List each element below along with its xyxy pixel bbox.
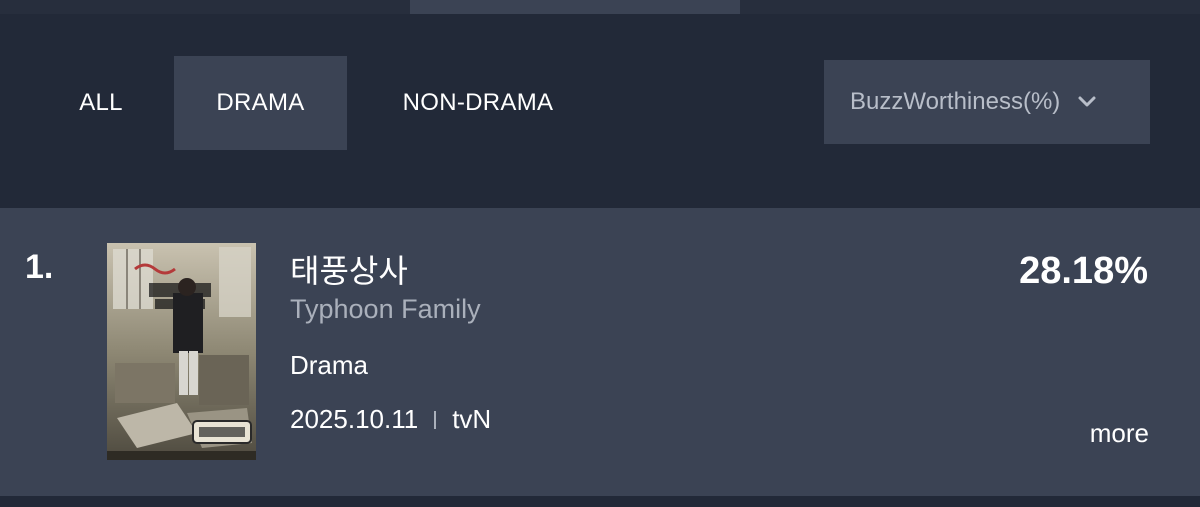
- sort-dropdown[interactable]: BuzzWorthiness(%): [824, 60, 1150, 144]
- filter-tab-drama[interactable]: DRAMA: [174, 56, 347, 150]
- buzz-score: 28.18%: [1019, 250, 1148, 292]
- poster-image[interactable]: [107, 243, 256, 460]
- bottom-divider: [0, 496, 1200, 507]
- ranking-row[interactable]: 1. 태풍상사 Typhoon Family Drama 2025.10.11 …: [0, 208, 1200, 496]
- top-tab-strip: [0, 0, 1200, 14]
- filter-tab-non-drama[interactable]: NON-DRAMA: [372, 56, 584, 150]
- top-tab-right[interactable]: [740, 0, 1200, 14]
- air-date: 2025.10.11: [290, 404, 419, 434]
- top-tab-left[interactable]: [0, 0, 410, 14]
- title-english: Typhoon Family: [290, 294, 481, 324]
- channel-name: tvN: [452, 404, 492, 434]
- more-link[interactable]: more: [1090, 418, 1149, 449]
- rank-number: 1.: [25, 248, 54, 286]
- filter-tab-all[interactable]: ALL: [60, 56, 142, 150]
- chevron-down-icon: [1076, 91, 1098, 113]
- title-korean[interactable]: 태풍상사: [290, 246, 408, 292]
- sort-dropdown-label: BuzzWorthiness(%): [850, 88, 1061, 115]
- genre-label: Drama: [290, 350, 369, 380]
- meta-info: 2025.10.11 tvN: [290, 404, 491, 435]
- poster-illustration: [107, 243, 256, 460]
- divider: [434, 410, 437, 429]
- filter-bar: ALL DRAMA NON-DRAMA BuzzWorthiness(%): [0, 14, 1200, 208]
- top-tab-active[interactable]: [410, 0, 740, 14]
